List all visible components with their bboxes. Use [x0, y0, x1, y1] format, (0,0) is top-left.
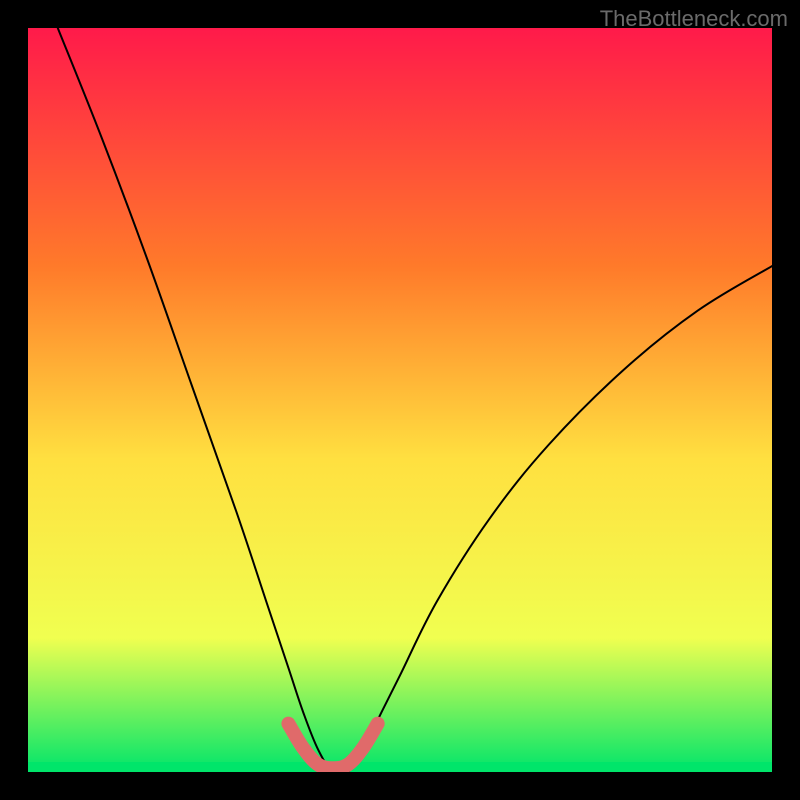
green-baseline-band: [28, 762, 772, 772]
chart-frame: TheBottleneck.com: [0, 0, 800, 800]
chart-svg: [28, 28, 772, 772]
plot-background: [28, 28, 772, 772]
plot-area: [28, 28, 772, 772]
